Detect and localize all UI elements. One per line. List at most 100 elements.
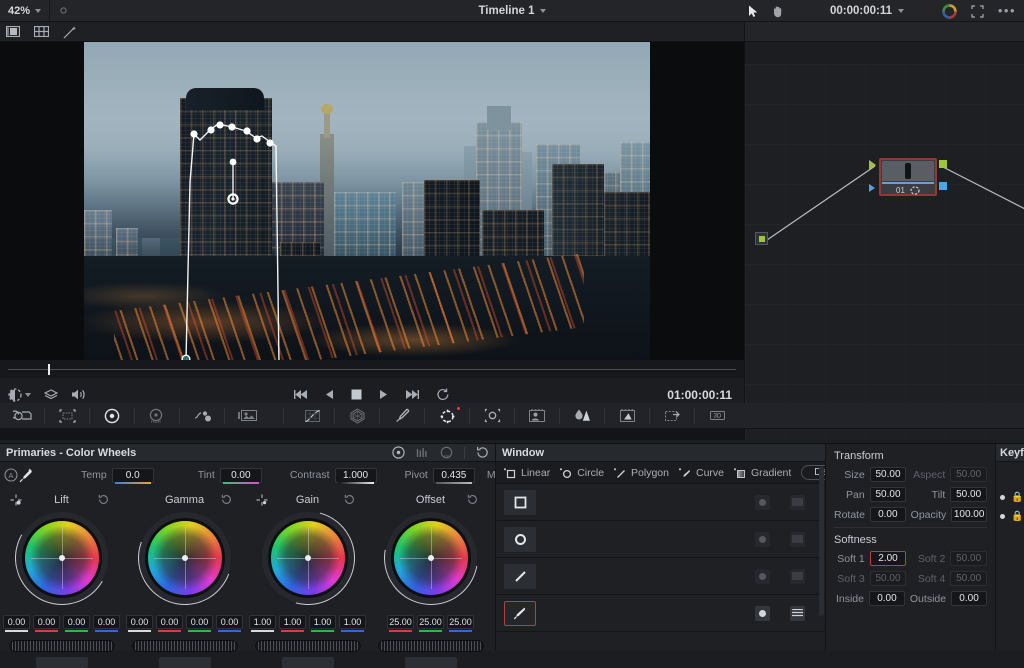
circle-window-enable-toggle[interactable] <box>755 531 770 547</box>
soft3-field[interactable]: 50.00 <box>869 571 907 586</box>
lightbox-icon[interactable] <box>225 403 269 429</box>
add-circle-window-button[interactable]: Circle <box>560 467 604 479</box>
source-node[interactable] <box>755 232 768 245</box>
color-match-icon[interactable] <box>45 403 89 429</box>
timeline-timecode[interactable]: 00:00:00:11 <box>830 0 904 22</box>
linear-window-enable-toggle[interactable] <box>755 568 770 584</box>
jump-to-start-button[interactable] <box>294 389 308 400</box>
contrast-value[interactable]: 1.000 <box>334 467 377 484</box>
hand-pan-icon[interactable] <box>771 5 784 18</box>
gain-b-value[interactable]: 1.00 <box>339 615 366 632</box>
keyframe-track-row[interactable]: 🔒 <box>996 488 1024 507</box>
lift-wheel[interactable] <box>3 500 120 616</box>
node-key-output-port[interactable] <box>939 182 947 190</box>
temp-param[interactable]: Temp 0.0 <box>81 467 154 484</box>
color-wheels-icon[interactable] <box>90 403 134 429</box>
gamma-footer-button[interactable] <box>158 657 211 668</box>
camera-raw-icon[interactable] <box>0 403 44 429</box>
add-curve-window-button[interactable]: Curve <box>679 467 724 479</box>
loop-button[interactable] <box>436 388 450 401</box>
step-back-button[interactable] <box>325 389 334 400</box>
color-wheel-icon[interactable] <box>942 3 957 19</box>
color-warper-icon[interactable] <box>335 403 379 429</box>
gain-r-value[interactable]: 1.00 <box>279 615 306 632</box>
undo-icon[interactable] <box>476 446 489 459</box>
bars-icon[interactable] <box>416 447 429 459</box>
fullscreen-icon[interactable] <box>971 4 984 18</box>
lift-b-value[interactable]: 0.00 <box>93 615 120 632</box>
gamma-b-value[interactable]: 0.00 <box>216 615 243 632</box>
curve-window-enable-toggle[interactable] <box>755 605 770 621</box>
linear-window-invert-toggle[interactable] <box>790 568 805 584</box>
gamma-reset-icon[interactable] <box>221 494 232 505</box>
node-output-port[interactable] <box>939 160 947 168</box>
magic-wand-icon[interactable] <box>63 25 77 39</box>
window-icon[interactable] <box>425 403 469 429</box>
soft1-field[interactable]: 2.00 <box>869 551 907 566</box>
gamma-g-value[interactable]: 0.00 <box>186 615 213 632</box>
lock-icon[interactable]: 🔒 <box>1011 492 1023 503</box>
lift-y-value[interactable]: 0.00 <box>3 615 30 632</box>
stack-icon[interactable] <box>44 388 58 401</box>
play-button[interactable] <box>379 389 388 400</box>
lock-icon[interactable]: 🔒 <box>1011 511 1023 522</box>
timeline-name-dropdown[interactable]: Timeline 1 <box>432 5 592 17</box>
sizing-icon[interactable] <box>650 403 694 429</box>
curve-window-invert-toggle[interactable] <box>790 605 805 621</box>
3d-icon[interactable]: 3D <box>695 403 739 429</box>
tracker-icon[interactable] <box>470 403 514 429</box>
qualifier-icon[interactable] <box>380 403 424 429</box>
window-row-linear[interactable] <box>496 558 825 595</box>
node-canvas[interactable]: 01 <box>745 64 1024 440</box>
onion-skin-icon[interactable] <box>8 387 31 402</box>
square-window-invert-toggle[interactable] <box>790 494 805 510</box>
window-row-square[interactable] <box>496 484 825 521</box>
offset-wheel[interactable] <box>365 492 496 624</box>
lift-shadow-picker-icon[interactable] <box>10 494 22 506</box>
soft2-field[interactable]: 50.00 <box>950 551 987 566</box>
color-bars-icon[interactable] <box>180 403 224 429</box>
auto-balance-icon[interactable]: A <box>4 468 18 482</box>
arrow-select-icon[interactable] <box>748 5 759 18</box>
window-row-circle[interactable] <box>496 521 825 558</box>
lift-reset-icon[interactable] <box>98 494 109 505</box>
stop-button[interactable] <box>351 389 362 400</box>
soft4-field[interactable]: 50.00 <box>950 571 987 586</box>
lift-master-slider[interactable] <box>8 640 115 652</box>
gain-master-slider[interactable] <box>254 640 361 652</box>
tint-param[interactable]: Tint 0.00 <box>198 467 262 484</box>
offset-g-value[interactable]: 25.00 <box>417 615 444 632</box>
square-window-enable-toggle[interactable] <box>755 494 770 510</box>
tilt-field[interactable]: 50.00 <box>950 487 987 502</box>
viewer-scrubber[interactable] <box>0 360 744 378</box>
gain-wheel[interactable] <box>243 493 372 623</box>
curves-icon[interactable] <box>290 403 334 429</box>
zoom-level-dropdown[interactable]: 42% <box>0 0 49 22</box>
jump-to-end-button[interactable] <box>405 389 419 400</box>
contrast-param[interactable]: Contrast 1.000 <box>290 467 377 484</box>
window-list-scrollbar[interactable] <box>819 466 824 616</box>
gamma-wheel[interactable] <box>122 495 247 621</box>
pan-field[interactable]: 50.00 <box>869 487 907 502</box>
add-linear-window-button[interactable]: Linear <box>504 467 550 479</box>
blur-icon[interactable] <box>560 403 604 429</box>
gain-footer-button[interactable] <box>281 657 334 668</box>
audio-icon[interactable] <box>71 388 86 401</box>
offset-footer-button[interactable] <box>404 657 457 668</box>
keyframe-track-row[interactable]: 🔒 <box>996 507 1024 526</box>
add-polygon-window-button[interactable]: Polygon <box>614 467 669 479</box>
eyedropper-icon[interactable] <box>18 467 33 483</box>
rotate-field[interactable]: 0.00 <box>869 507 906 522</box>
inside-field[interactable]: 0.00 <box>868 591 905 606</box>
outside-field[interactable]: 0.00 <box>951 591 987 606</box>
node-key-input-port[interactable] <box>869 184 875 192</box>
add-gradient-window-button[interactable]: Gradient <box>734 467 791 479</box>
window-row-curve[interactable] <box>496 595 825 632</box>
gain-highlight-picker-icon[interactable] <box>256 494 268 506</box>
pivot-param[interactable]: Pivot 0.435 <box>405 467 475 484</box>
gain-reset-icon[interactable] <box>344 494 355 505</box>
node-01[interactable]: 01 <box>879 158 937 196</box>
circle-window-invert-toggle[interactable] <box>790 531 805 547</box>
opacity-field[interactable]: 100.00 <box>951 507 987 522</box>
lift-g-value[interactable]: 0.00 <box>63 615 90 632</box>
